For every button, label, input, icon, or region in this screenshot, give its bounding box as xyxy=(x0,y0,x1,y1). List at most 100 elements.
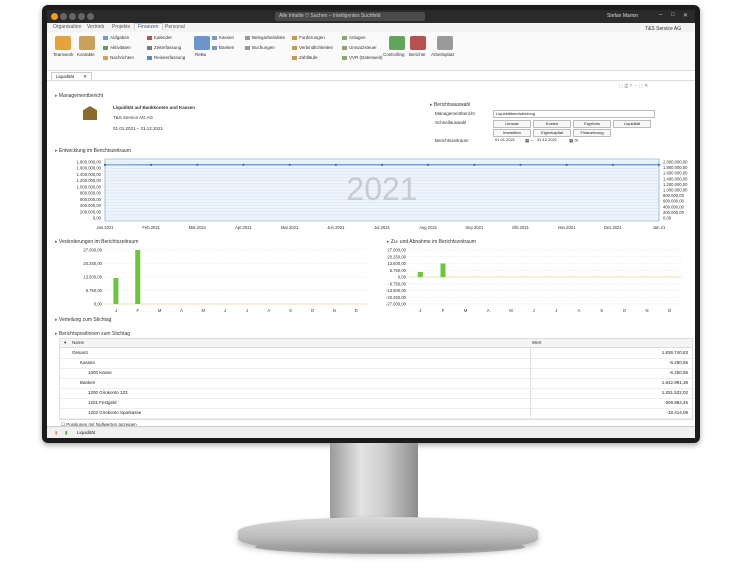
close-icon[interactable]: ✕ xyxy=(683,12,690,20)
x-tick-label: Aug.2021 xyxy=(419,225,438,230)
buchungen-button[interactable]: Buchungen xyxy=(245,45,275,50)
back-icon[interactable] xyxy=(60,13,67,20)
lock-icon[interactable] xyxy=(78,13,85,20)
bar xyxy=(113,278,119,304)
contacts-icon[interactable] xyxy=(79,36,95,50)
row-name: Gesamt xyxy=(72,350,88,355)
tab-organisation[interactable]: Organisation xyxy=(53,24,81,30)
eigenkapital-button[interactable]: Eigenkapital xyxy=(533,129,571,137)
kalender-button[interactable]: Kalender xyxy=(147,35,172,40)
ergebnis-button[interactable]: Ergebnis xyxy=(573,120,611,128)
report-content: ⬚ ⎙ ? ⋯ ⬚ ✕ Managementbericht Liquidität… xyxy=(47,80,695,427)
y-tick-label: 400.000,00 xyxy=(80,203,102,208)
data-point xyxy=(150,163,153,166)
minimize-icon[interactable]: – xyxy=(659,12,666,20)
rebu-icon[interactable] xyxy=(194,36,210,50)
anlagen-button[interactable]: Anlagen xyxy=(342,35,366,40)
section-positions[interactable]: Berichtspositionen zum Stichtag xyxy=(55,331,130,337)
user-name[interactable]: Stefan Marion xyxy=(607,13,638,19)
calendar-from-icon[interactable]: ▦ – xyxy=(525,138,533,144)
close-tab-icon[interactable]: ✕ xyxy=(83,74,87,79)
col-value-header[interactable]: Wert xyxy=(532,340,541,345)
forderungen-button[interactable]: Forderungen xyxy=(292,35,325,40)
payment-run-icon xyxy=(292,55,297,60)
monitor-stand-base xyxy=(238,517,538,553)
berichte-button[interactable]: Berichte xyxy=(409,52,426,57)
arbeitsplatz-button[interactable]: Arbeitsplatz xyxy=(431,52,455,57)
controlling-icon[interactable] xyxy=(389,36,405,50)
chart-icon[interactable]: ▮ xyxy=(65,427,67,438)
investition-button[interactable]: Investition xyxy=(493,129,531,137)
period-to-input[interactable]: 31.12.2021 xyxy=(535,137,567,143)
y-tick-label: 1.800.000,00 xyxy=(77,160,102,165)
vvr-button[interactable]: VVR (Datenweit) xyxy=(342,55,383,60)
x-tick-label: Feb.2021 xyxy=(142,225,160,230)
col-name-header[interactable]: Name xyxy=(72,340,84,345)
settings-icon[interactable] xyxy=(87,13,94,20)
section-distribution[interactable]: Verteilung zum Stichtag xyxy=(55,317,112,323)
x-tick-label: Dez.2021 xyxy=(604,225,623,230)
row-name: 1200 Girokonto 123 xyxy=(88,390,128,395)
kosten-button[interactable]: Kosten xyxy=(533,120,571,128)
kontakte-button[interactable]: Kontakte xyxy=(77,52,95,57)
nachrichten-button[interactable]: Nachrichten xyxy=(103,55,134,60)
y-tick-label: 0,00 xyxy=(93,216,102,221)
rebu-button[interactable]: ReBu xyxy=(195,52,206,57)
title-bar: Alle Inhalte ▽ Suchen – Intelligentes Su… xyxy=(47,10,695,23)
tab-finanzen[interactable]: Finanzen xyxy=(134,23,163,30)
nachrichten-label: Nachrichten xyxy=(110,55,135,60)
umsatzsteuer-button[interactable]: Umsatzsteuer xyxy=(342,45,377,50)
tab-projekte[interactable]: Projekte xyxy=(112,24,130,30)
aufgaben-button[interactable]: Aufgaben xyxy=(103,35,129,40)
zahllaeufe-button[interactable]: Zahlläufe xyxy=(292,55,318,60)
controlling-button[interactable]: Controlling xyxy=(383,52,405,57)
vvr-icon xyxy=(342,55,347,60)
bar xyxy=(440,263,446,277)
toolbar-icons[interactable]: ⬚ ⎙ ? ⋯ ⬚ ✕ xyxy=(619,83,648,89)
period-from-input[interactable]: 01.01.2021 xyxy=(493,137,525,143)
finanzierung-button[interactable]: Finanzierung xyxy=(573,129,611,137)
liquiditaet-button[interactable]: Liquidität xyxy=(613,120,651,128)
aktivitaeten-button[interactable]: Aktivitäten xyxy=(103,45,131,50)
folder-icon[interactable]: ▮ xyxy=(55,427,57,438)
table-row[interactable]: 1202 Girokonto Sparkasse -18.414,09 xyxy=(60,408,692,419)
management-company: T&S Service AG AG xyxy=(113,115,154,120)
kassen-button[interactable]: Kassen xyxy=(212,35,234,40)
buchungen-label: Buchungen xyxy=(252,45,275,50)
y-tick-label: 0,00 xyxy=(398,275,407,280)
global-search-input[interactable]: Alle Inhalte ▽ Suchen – Intelligentes Su… xyxy=(275,12,425,21)
banken-label: Banken xyxy=(219,45,235,50)
y-tick-label: -13.500,00 xyxy=(386,288,407,293)
belegarbeitsliste-button[interactable]: Belegarbeitsliste xyxy=(245,35,285,40)
x-tick-label: Jan.2021 xyxy=(96,225,114,230)
umsatz-button[interactable]: Umsatz xyxy=(493,120,531,128)
collapse-icon[interactable]: ▾ xyxy=(64,340,66,346)
zeiterfassung-button[interactable]: Zeiterfassung xyxy=(147,45,181,50)
reiseerfassung-button[interactable]: Reiseerfassung xyxy=(147,55,185,60)
column-separator xyxy=(530,358,531,367)
mgmt-report-select[interactable]: Liquiditätsentwicklung xyxy=(493,110,655,118)
tab-vertrieb[interactable]: Vertrieb xyxy=(87,24,104,30)
kalender-label: Kalender xyxy=(154,35,173,40)
data-point xyxy=(334,163,337,166)
y-tick-label: -27.000,00 xyxy=(386,302,407,307)
calendar-to-icon[interactable]: ▦ ⟳ xyxy=(569,138,578,144)
section-development[interactable]: Entwicklung im Berichtszeitraum xyxy=(55,148,131,154)
section-management[interactable]: Managementbericht xyxy=(55,93,103,99)
maximize-icon[interactable]: □ xyxy=(671,12,678,20)
y-tick-label-right: 1.800.000,00 xyxy=(663,165,688,170)
clock-icon xyxy=(147,45,152,50)
x-tick-label: O xyxy=(311,308,315,313)
teamwork-icon[interactable] xyxy=(55,36,71,50)
x-tick-label: Mär.2021 xyxy=(189,225,207,230)
y-tick-label-right: 800.000,00 xyxy=(663,193,685,198)
tab-personal[interactable]: Personal xyxy=(165,24,185,30)
section-report-select[interactable]: Berichtsauswahl xyxy=(430,102,470,108)
banken-button[interactable]: Banken xyxy=(212,45,234,50)
workplace-icon[interactable] xyxy=(437,36,453,50)
home-icon[interactable] xyxy=(69,13,76,20)
teamwork-button[interactable]: Teamwork xyxy=(53,52,74,57)
verbindlichkeiten-button[interactable]: Verbindlichkeiten xyxy=(292,45,333,50)
bar xyxy=(417,272,423,277)
reports-icon[interactable] xyxy=(410,36,426,50)
